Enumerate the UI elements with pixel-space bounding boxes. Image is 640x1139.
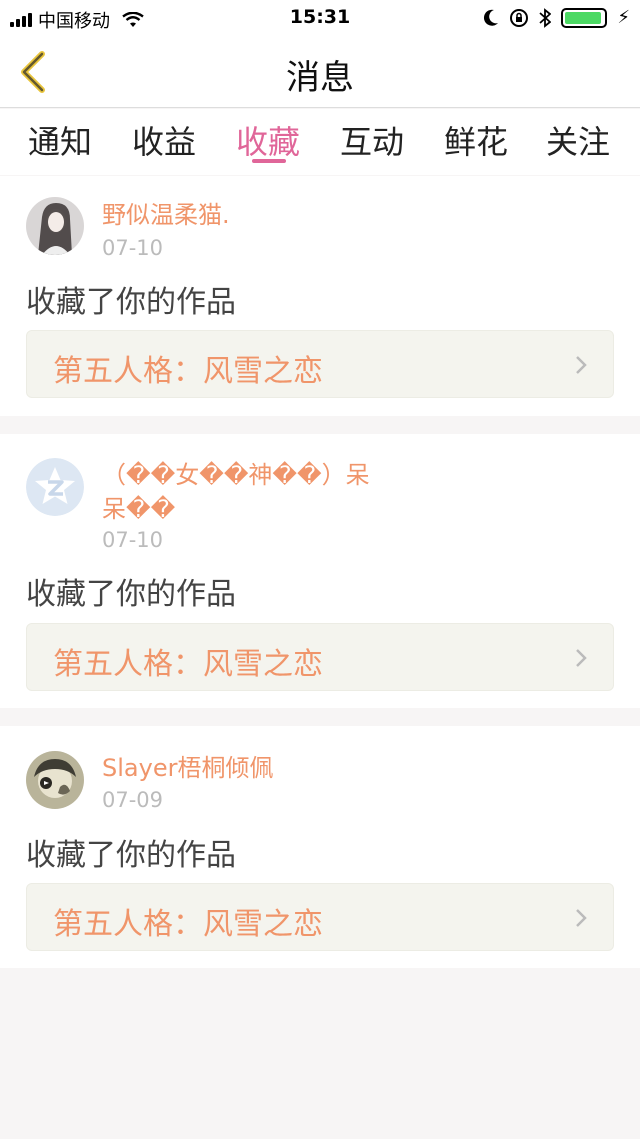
avatar[interactable] [26,458,84,516]
tab-favorites[interactable]: 收藏 [230,117,306,163]
notification-date: 07-10 [102,528,164,552]
battery-fill [565,11,602,24]
bluetooth-icon [539,7,552,28]
tab-earnings[interactable]: 收益 [126,117,202,163]
notification-date: 07-09 [102,788,164,812]
avatar[interactable] [26,197,84,255]
notification-card: （��女��神��）呆呆�� 07-10 收藏了你的作品 第五人格：风雪之恋 [0,434,640,708]
username[interactable]: （��女��神��）呆呆�� [102,458,392,526]
tab-following[interactable]: 关注 [540,117,616,163]
tab-interactions[interactable]: 互动 [334,117,410,163]
moon-icon [484,9,499,26]
work-link[interactable]: 第五人格：风雪之恋 [26,623,614,691]
chevron-right-icon [576,909,587,927]
chevron-right-icon [576,356,587,374]
avatar[interactable] [26,751,84,809]
battery-icon [561,7,608,28]
tab-bar: 通知 收益 收藏 互动 鲜花 关注 [0,109,640,175]
work-title: 第五人格：风雪之恋 [53,907,323,942]
charging-icon: ⚡ [617,7,630,28]
nav-header: 消息 [0,36,640,108]
action-text: 收藏了你的作品 [26,838,236,873]
username[interactable]: 野似温柔猫. [102,198,402,232]
page-title: 消息 [286,58,354,98]
action-text: 收藏了你的作品 [26,577,236,612]
rotation-lock-icon [510,8,529,27]
active-tab-indicator [252,159,286,163]
status-right: ⚡ [483,7,630,28]
notification-date: 07-10 [102,236,164,260]
notification-card: Slayer梧桐倾佩 07-09 收藏了你的作品 第五人格：风雪之恋 [0,726,640,968]
notification-card: 野似温柔猫. 07-10 收藏了你的作品 第五人格：风雪之恋 [0,176,640,416]
work-link[interactable]: 第五人格：风雪之恋 [26,883,614,951]
tab-notifications[interactable]: 通知 [22,117,98,163]
chevron-right-icon [576,649,587,667]
username[interactable]: Slayer梧桐倾佩 [102,751,402,785]
status-bar: 中国移动 15:31 ⚡ [0,0,640,36]
work-title: 第五人格：风雪之恋 [53,354,323,389]
work-title: 第五人格：风雪之恋 [53,647,323,682]
action-text: 收藏了你的作品 [26,285,236,320]
tab-flowers[interactable]: 鲜花 [438,117,514,163]
work-link[interactable]: 第五人格：风雪之恋 [26,330,614,398]
